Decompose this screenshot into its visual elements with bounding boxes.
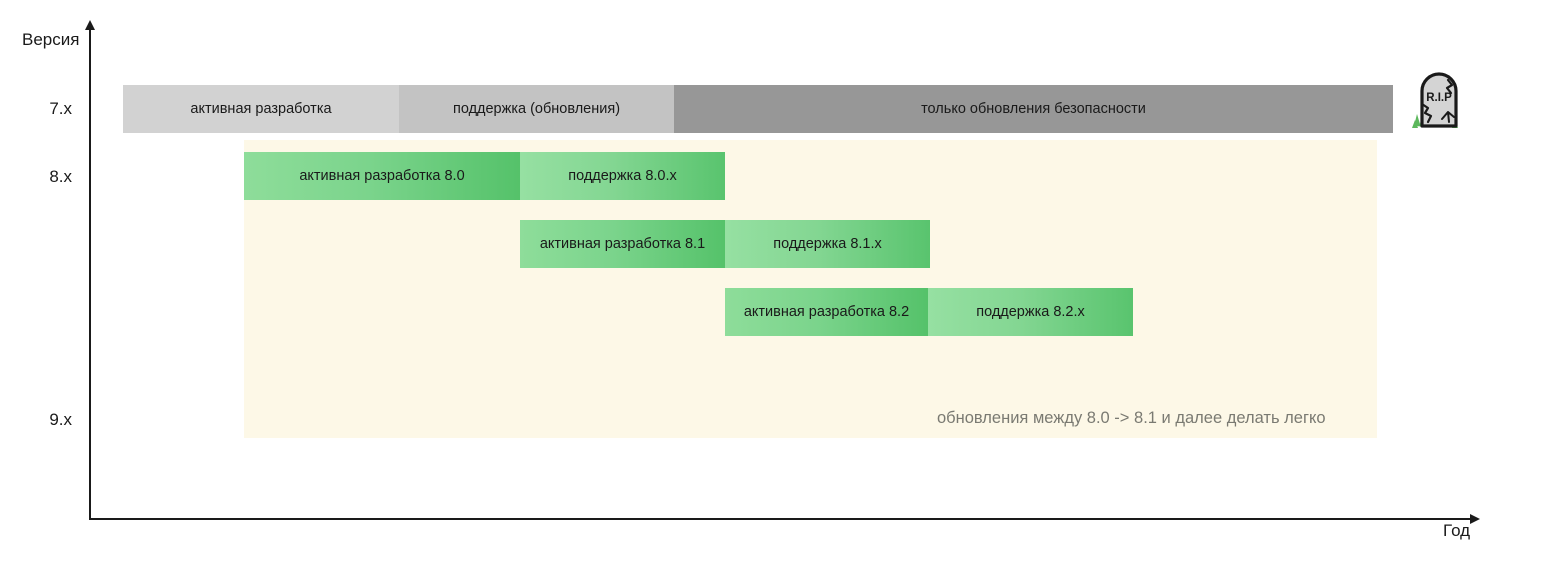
panel-note-text: обновления между 8.0 -> 8.1 и далее дела… (937, 409, 1326, 427)
x-axis-title: Год (1443, 521, 1471, 540)
y-tick-label-9-x: 9.x (49, 410, 72, 429)
bar-82-support: поддержка 8.2.x (928, 288, 1133, 336)
version-lifecycle-timeline: Версия Год 7.x 8.x 9.x активная разработка… (0, 0, 1541, 567)
bar-81-active-development: активная разработка 8.1 (520, 220, 725, 268)
y-axis-arrow-icon (85, 20, 95, 30)
bar-7x-support-updates: поддержка (обновления) (399, 85, 674, 133)
bar-81-support: поддержка 8.1.x (725, 220, 930, 268)
y-tick-label-7-x: 7.x (49, 99, 72, 118)
bar-7x-security-only: только обновления безопасности (674, 85, 1393, 133)
bar-80-active-development: активная разработка 8.0 (244, 152, 520, 200)
y-tick-label-8-x: 8.x (49, 167, 72, 186)
x-axis-arrow-icon (1470, 514, 1480, 524)
x-axis-line (89, 518, 1474, 520)
y-axis-title: Версия (22, 30, 80, 49)
bar-82-active-development: активная разработка 8.2 (725, 288, 928, 336)
tombstone-label: R.I.P (1426, 92, 1452, 104)
y-axis-line (89, 28, 91, 520)
bar-7x-active-development: активная разработка (123, 85, 399, 133)
tombstone-rip-icon: R.I.P (1408, 64, 1470, 132)
bar-80-support: поддержка 8.0.x (520, 152, 725, 200)
